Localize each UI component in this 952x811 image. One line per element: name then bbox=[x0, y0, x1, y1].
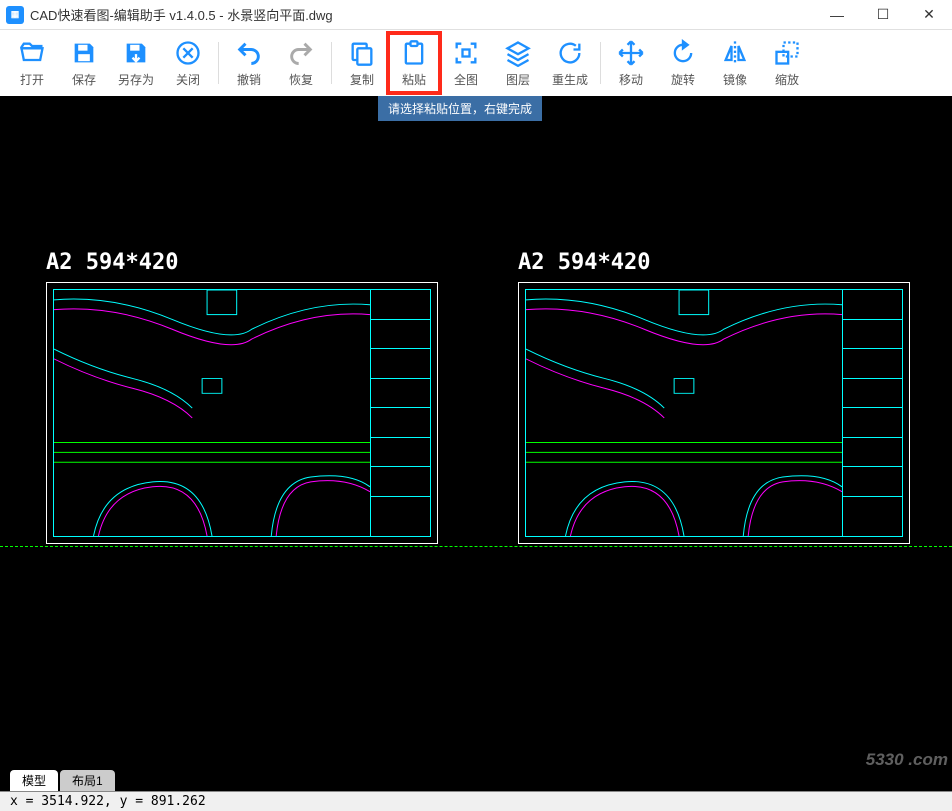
minimize-button[interactable]: — bbox=[814, 0, 860, 29]
rotate-label: 旋转 bbox=[671, 71, 695, 88]
close-file-label: 关闭 bbox=[176, 71, 200, 88]
rotate-icon bbox=[669, 39, 697, 67]
layers-label: 图层 bbox=[506, 71, 530, 88]
save-icon bbox=[70, 39, 98, 67]
zoom-extents-label: 全图 bbox=[454, 71, 478, 88]
window-controls: — ☐ ✕ bbox=[814, 0, 952, 29]
regen-label: 重生成 bbox=[552, 71, 588, 88]
redo-button[interactable]: 恢复 bbox=[275, 33, 327, 93]
toolbar: 打开 保存 另存为 关闭 撤销 恢复 复制 bbox=[0, 30, 952, 96]
saveas-icon bbox=[122, 39, 150, 67]
status-bar: x = 3514.922, y = 891.262 bbox=[0, 791, 952, 811]
app-icon: ▦ bbox=[6, 6, 24, 24]
tab-layout1[interactable]: 布局1 bbox=[60, 770, 115, 791]
regen-button[interactable]: 重生成 bbox=[544, 33, 596, 93]
toolbar-separator bbox=[218, 42, 219, 84]
move-button[interactable]: 移动 bbox=[605, 33, 657, 93]
paste-label: 粘贴 bbox=[402, 71, 426, 88]
tab-model[interactable]: 模型 bbox=[10, 770, 58, 791]
scale-icon bbox=[773, 39, 801, 67]
sheet-frame bbox=[525, 289, 903, 537]
maximize-button[interactable]: ☐ bbox=[860, 0, 906, 29]
title-block bbox=[370, 290, 430, 536]
close-button[interactable]: ✕ bbox=[906, 0, 952, 29]
zoom-extents-icon bbox=[452, 39, 480, 67]
zoom-extents-button[interactable]: 全图 bbox=[440, 33, 492, 93]
save-button[interactable]: 保存 bbox=[58, 33, 110, 93]
drawing-sheet-left bbox=[46, 282, 438, 544]
mirror-button[interactable]: 镜像 bbox=[709, 33, 761, 93]
layers-button[interactable]: 图层 bbox=[492, 33, 544, 93]
toolbar-separator bbox=[600, 42, 601, 84]
folder-open-icon bbox=[18, 39, 46, 67]
save-label: 保存 bbox=[72, 71, 96, 88]
paste-icon bbox=[400, 39, 428, 67]
drawing-content bbox=[54, 290, 370, 536]
open-button[interactable]: 打开 bbox=[6, 33, 58, 93]
copy-icon bbox=[348, 39, 376, 67]
mirror-icon bbox=[721, 39, 749, 67]
paste-tooltip: 请选择粘贴位置，右键完成 bbox=[378, 96, 542, 121]
copy-label: 复制 bbox=[350, 71, 374, 88]
title-block bbox=[842, 290, 902, 536]
mirror-label: 镜像 bbox=[723, 71, 747, 88]
paste-button[interactable]: 粘贴 bbox=[388, 33, 440, 93]
baseline-guide bbox=[0, 546, 952, 547]
redo-label: 恢复 bbox=[289, 71, 313, 88]
regen-icon bbox=[556, 39, 584, 67]
copy-button[interactable]: 复制 bbox=[336, 33, 388, 93]
titlebar: ▦ CAD快速看图-编辑助手 v1.4.0.5 - 水景竖向平面.dwg — ☐… bbox=[0, 0, 952, 30]
move-label: 移动 bbox=[619, 71, 643, 88]
close-file-icon bbox=[174, 39, 202, 67]
sheet-frame bbox=[53, 289, 431, 537]
window-title: CAD快速看图-编辑助手 v1.4.0.5 - 水景竖向平面.dwg bbox=[30, 5, 814, 24]
undo-label: 撤销 bbox=[237, 71, 261, 88]
scale-label: 缩放 bbox=[775, 71, 799, 88]
drawing-content bbox=[526, 290, 842, 536]
undo-icon bbox=[235, 39, 263, 67]
saveas-button[interactable]: 另存为 bbox=[110, 33, 162, 93]
sheet-label-left: A2 594*420 bbox=[46, 250, 178, 275]
redo-icon bbox=[287, 39, 315, 67]
saveas-label: 另存为 bbox=[118, 71, 154, 88]
toolbar-separator bbox=[331, 42, 332, 84]
drawing-canvas[interactable]: 请选择粘贴位置，右键完成 A2 594*420 A2 594*420 bbox=[0, 96, 952, 771]
drawing-sheet-right bbox=[518, 282, 910, 544]
move-icon bbox=[617, 39, 645, 67]
scale-button[interactable]: 缩放 bbox=[761, 33, 813, 93]
rotate-button[interactable]: 旋转 bbox=[657, 33, 709, 93]
layers-icon bbox=[504, 39, 532, 67]
layout-tabs: 模型 布局1 bbox=[0, 771, 952, 791]
close-file-button[interactable]: 关闭 bbox=[162, 33, 214, 93]
sheet-label-right: A2 594*420 bbox=[518, 250, 650, 275]
cursor-coordinates: x = 3514.922, y = 891.262 bbox=[10, 794, 206, 809]
open-label: 打开 bbox=[20, 71, 44, 88]
watermark: 5330 .com bbox=[866, 750, 948, 770]
undo-button[interactable]: 撤销 bbox=[223, 33, 275, 93]
